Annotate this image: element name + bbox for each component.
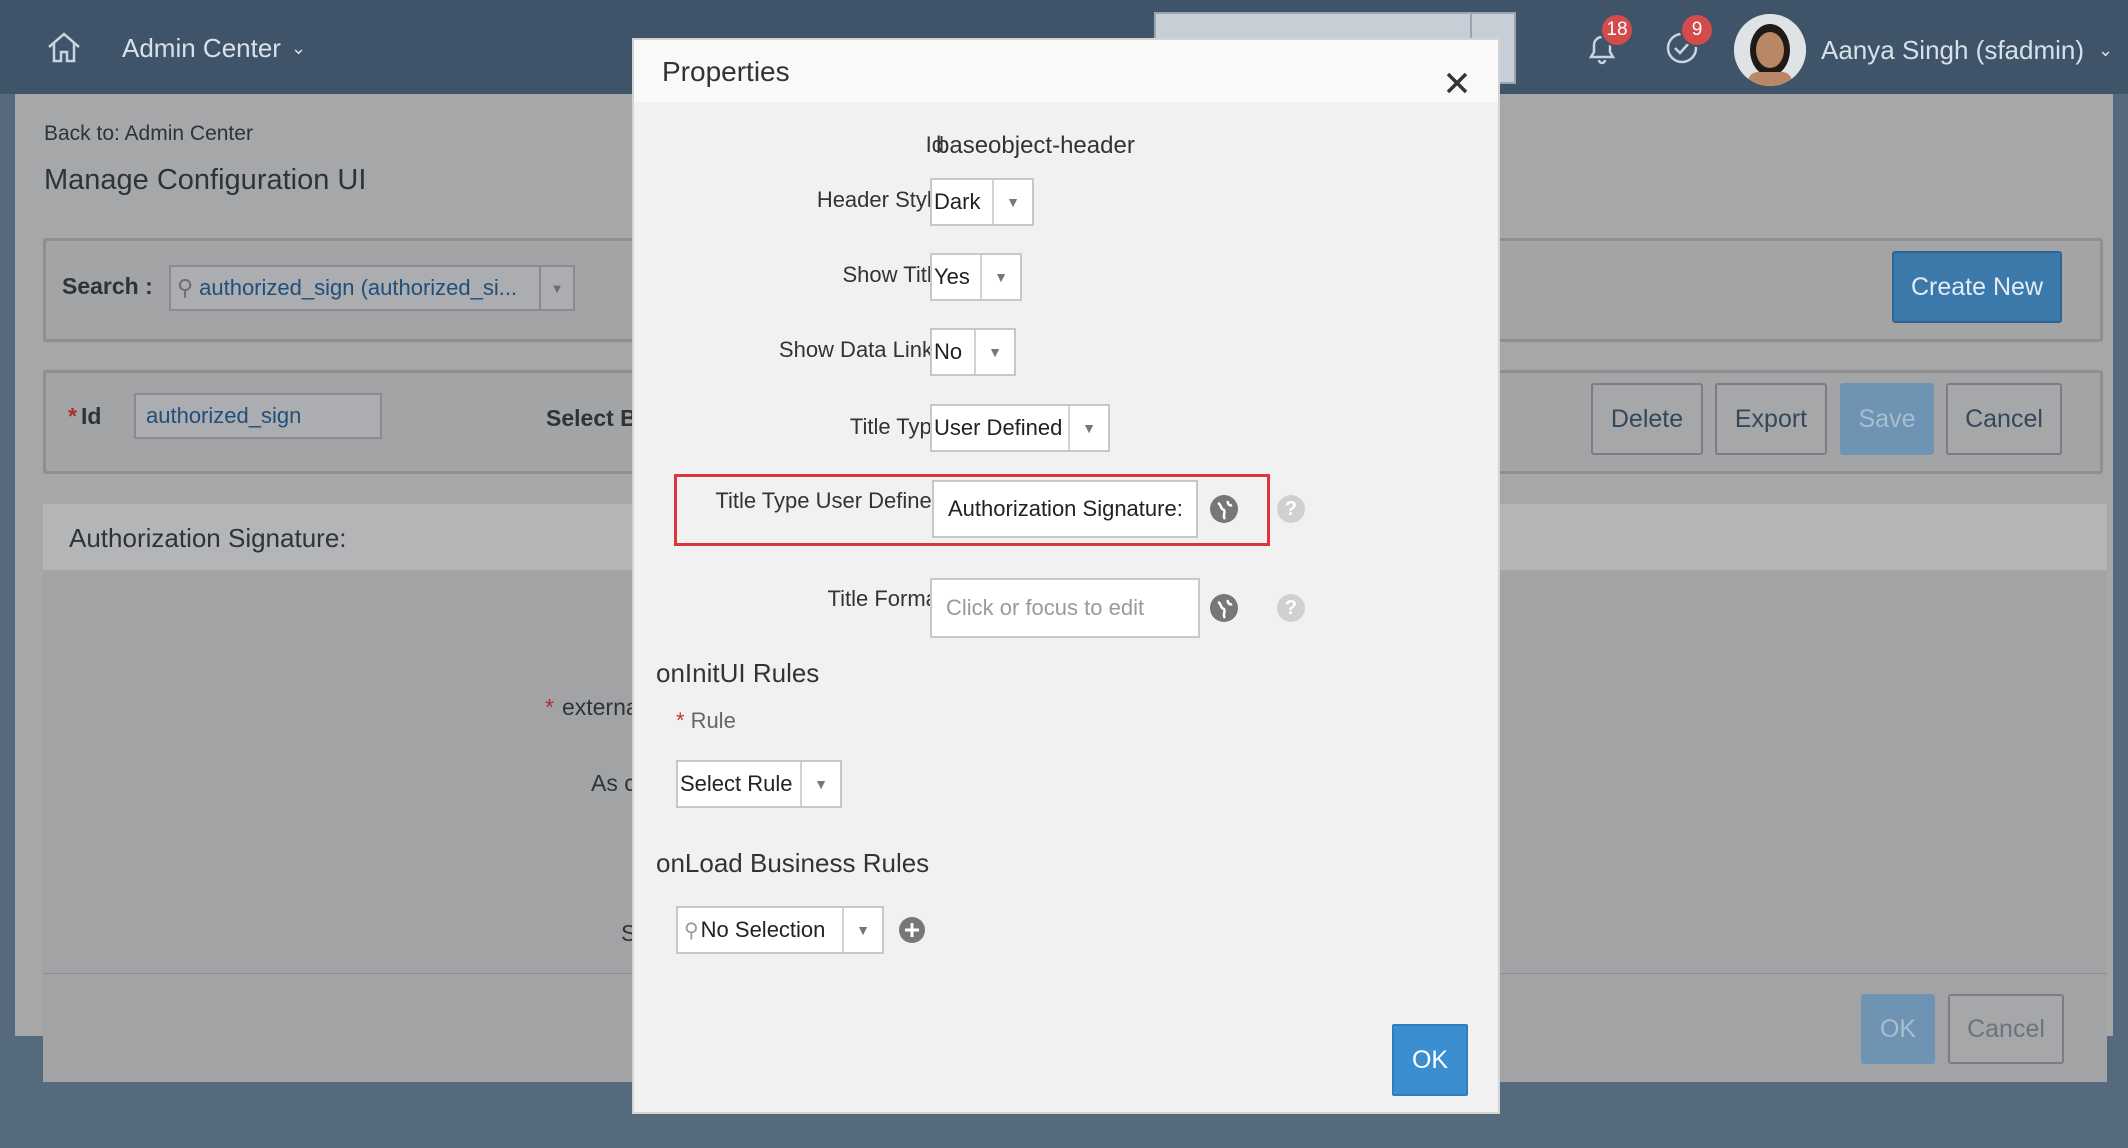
rule-select[interactable]: Select Rule ▼ [676, 760, 842, 808]
title-type-value: User Defined [934, 415, 1063, 440]
onload-rules-heading: onLoad Business Rules [656, 848, 930, 878]
search-select[interactable]: ⚲ authorized_sign (authorized_si... ▼ [169, 265, 575, 311]
globe-icon[interactable] [1210, 495, 1238, 523]
onload-rules-value: No Selection [700, 917, 826, 942]
id-value: baseobject-header [936, 132, 1135, 159]
search-label: Search : [62, 273, 153, 299]
title-type-user-defined-label: Title Type User Defined [715, 488, 944, 513]
avatar[interactable] [1734, 14, 1806, 86]
user-menu[interactable]: Aanya Singh (sfadmin) ⌄ [1821, 35, 2113, 66]
title-format-input[interactable]: Click or focus to edit [930, 578, 1200, 638]
id-input[interactable]: authorized_sign [134, 393, 382, 439]
dropdown-arrow-icon[interactable]: ▼ [1068, 406, 1108, 450]
required-marker: * [676, 708, 685, 733]
required-marker: * [68, 403, 77, 429]
rule-label-text: Rule [690, 708, 736, 733]
close-icon[interactable] [1444, 70, 1470, 96]
export-button[interactable]: Export [1715, 383, 1827, 455]
user-name: Aanya Singh (sfadmin) [1821, 35, 2085, 65]
section-cancel-button[interactable]: Cancel [1948, 994, 2064, 1064]
show-data-links-select[interactable]: No ▼ [930, 328, 1016, 376]
search-icon: ⚲ [177, 275, 194, 300]
add-rule-icon[interactable] [898, 916, 926, 944]
show-data-links-label: Show Data Links [778, 337, 944, 362]
chevron-down-icon: ⌄ [2098, 40, 2114, 60]
cancel-button[interactable]: Cancel [1946, 383, 2062, 455]
globe-icon[interactable] [1210, 594, 1238, 622]
id-label-text: Id [80, 403, 102, 429]
show-title-value: Yes [934, 264, 970, 289]
section-title: Authorization Signature: [69, 523, 347, 553]
app-title: Admin Center [122, 33, 281, 63]
search-value: authorized_sign (authorized_si... [199, 275, 518, 300]
help-icon[interactable]: ? [1277, 495, 1305, 523]
chevron-down-icon: ⌄ [290, 38, 307, 58]
properties-dialog: Properties Id baseobject-header Header S… [632, 38, 1500, 1114]
id-label: * Id [68, 403, 101, 430]
id-label: Id [925, 132, 944, 157]
onload-rules-select[interactable]: ⚲ No Selection ▼ [676, 906, 884, 954]
save-button[interactable]: Save [1840, 383, 1934, 455]
header-style-label: Header Style [816, 187, 944, 212]
field-label-external: * externa [545, 694, 639, 721]
header-style-select[interactable]: Dark ▼ [930, 178, 1034, 226]
field-label-external-text: externa [561, 694, 639, 720]
dialog-ok-button[interactable]: OK [1392, 1024, 1468, 1096]
page-title: Manage Configuration UI [44, 164, 367, 196]
dropdown-arrow-icon[interactable]: ▼ [800, 762, 840, 806]
dropdown-arrow-icon[interactable]: ▼ [842, 908, 882, 952]
title-type-select[interactable]: User Defined ▼ [930, 404, 1110, 452]
oninit-rules-heading: onInitUI Rules [656, 658, 820, 688]
notifications-badge: 18 [1600, 13, 1634, 47]
dropdown-arrow-icon[interactable]: ▼ [992, 180, 1032, 224]
help-icon[interactable]: ? [1277, 594, 1305, 622]
required-marker: * [545, 694, 554, 720]
title-type-user-defined-input[interactable]: Authorization Signature: [932, 480, 1198, 538]
show-title-select[interactable]: Yes ▼ [930, 253, 1022, 301]
delete-button[interactable]: Delete [1591, 383, 1703, 455]
rule-label: * Rule [676, 708, 736, 734]
create-new-button[interactable]: Create New [1892, 251, 2062, 323]
dropdown-arrow-icon[interactable]: ▼ [974, 330, 1014, 374]
app-title-menu[interactable]: Admin Center ⌄ [122, 33, 306, 64]
home-icon[interactable] [46, 30, 82, 64]
dropdown-arrow-icon[interactable]: ▼ [539, 267, 573, 309]
header-style-value: Dark [934, 189, 981, 214]
dialog-title: Properties [662, 56, 790, 87]
show-title-label: Show Title [842, 262, 945, 287]
show-data-links-value: No [934, 339, 963, 364]
title-type-label: Title Type [849, 414, 944, 439]
field-label-as: As c [591, 770, 636, 796]
rule-select-value: Select Rule [680, 771, 793, 796]
search-icon: ⚲ [684, 919, 699, 942]
tasks-badge: 9 [1680, 13, 1714, 47]
dropdown-arrow-icon[interactable]: ▼ [980, 255, 1020, 299]
title-format-label: Title Format [827, 586, 944, 611]
back-link[interactable]: Back to: Admin Center [44, 122, 253, 146]
section-ok-button[interactable]: OK [1861, 994, 1935, 1064]
dialog-header: Properties [634, 40, 1498, 102]
